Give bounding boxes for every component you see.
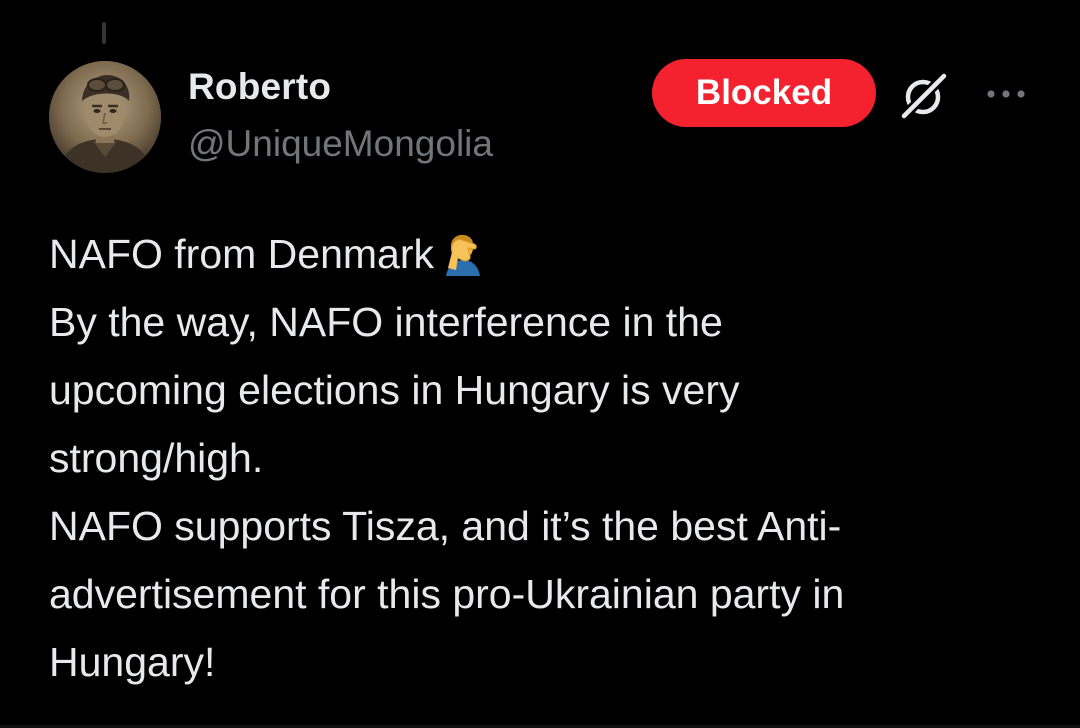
author-display-name[interactable]: Roberto (188, 66, 331, 108)
tweet-line: advertisement for this pro-Ukrainian par… (49, 571, 845, 617)
tweet-line: Hungary! (49, 639, 216, 685)
tweet-text: NAFO from Denmark By the way, NAFO inter… (49, 220, 1049, 696)
author-handle[interactable]: @UniqueMongolia (188, 123, 493, 165)
tweet-line: By the way, NAFO interference in the (49, 299, 723, 345)
tweet-line-text: NAFO from Denmark (49, 231, 434, 277)
more-options-icon[interactable] (984, 80, 1028, 108)
tweet-card[interactable]: Roberto @UniqueMongolia Blocked NAFO fro… (0, 0, 1080, 728)
thread-connector-line (102, 22, 106, 44)
blocked-button[interactable]: Blocked (652, 59, 876, 127)
avatar-photo (49, 61, 161, 173)
tweet-line: NAFO supports Tisza, and it’s the best A… (49, 503, 842, 549)
tweet-line: NAFO from Denmark (49, 220, 1049, 288)
tweet-line: upcoming elections in Hungary is very (49, 367, 740, 413)
face-palm-emoji-icon (440, 228, 486, 276)
grok-icon[interactable] (898, 70, 950, 122)
tweet-line: strong/high. (49, 435, 264, 481)
avatar[interactable] (49, 61, 161, 173)
